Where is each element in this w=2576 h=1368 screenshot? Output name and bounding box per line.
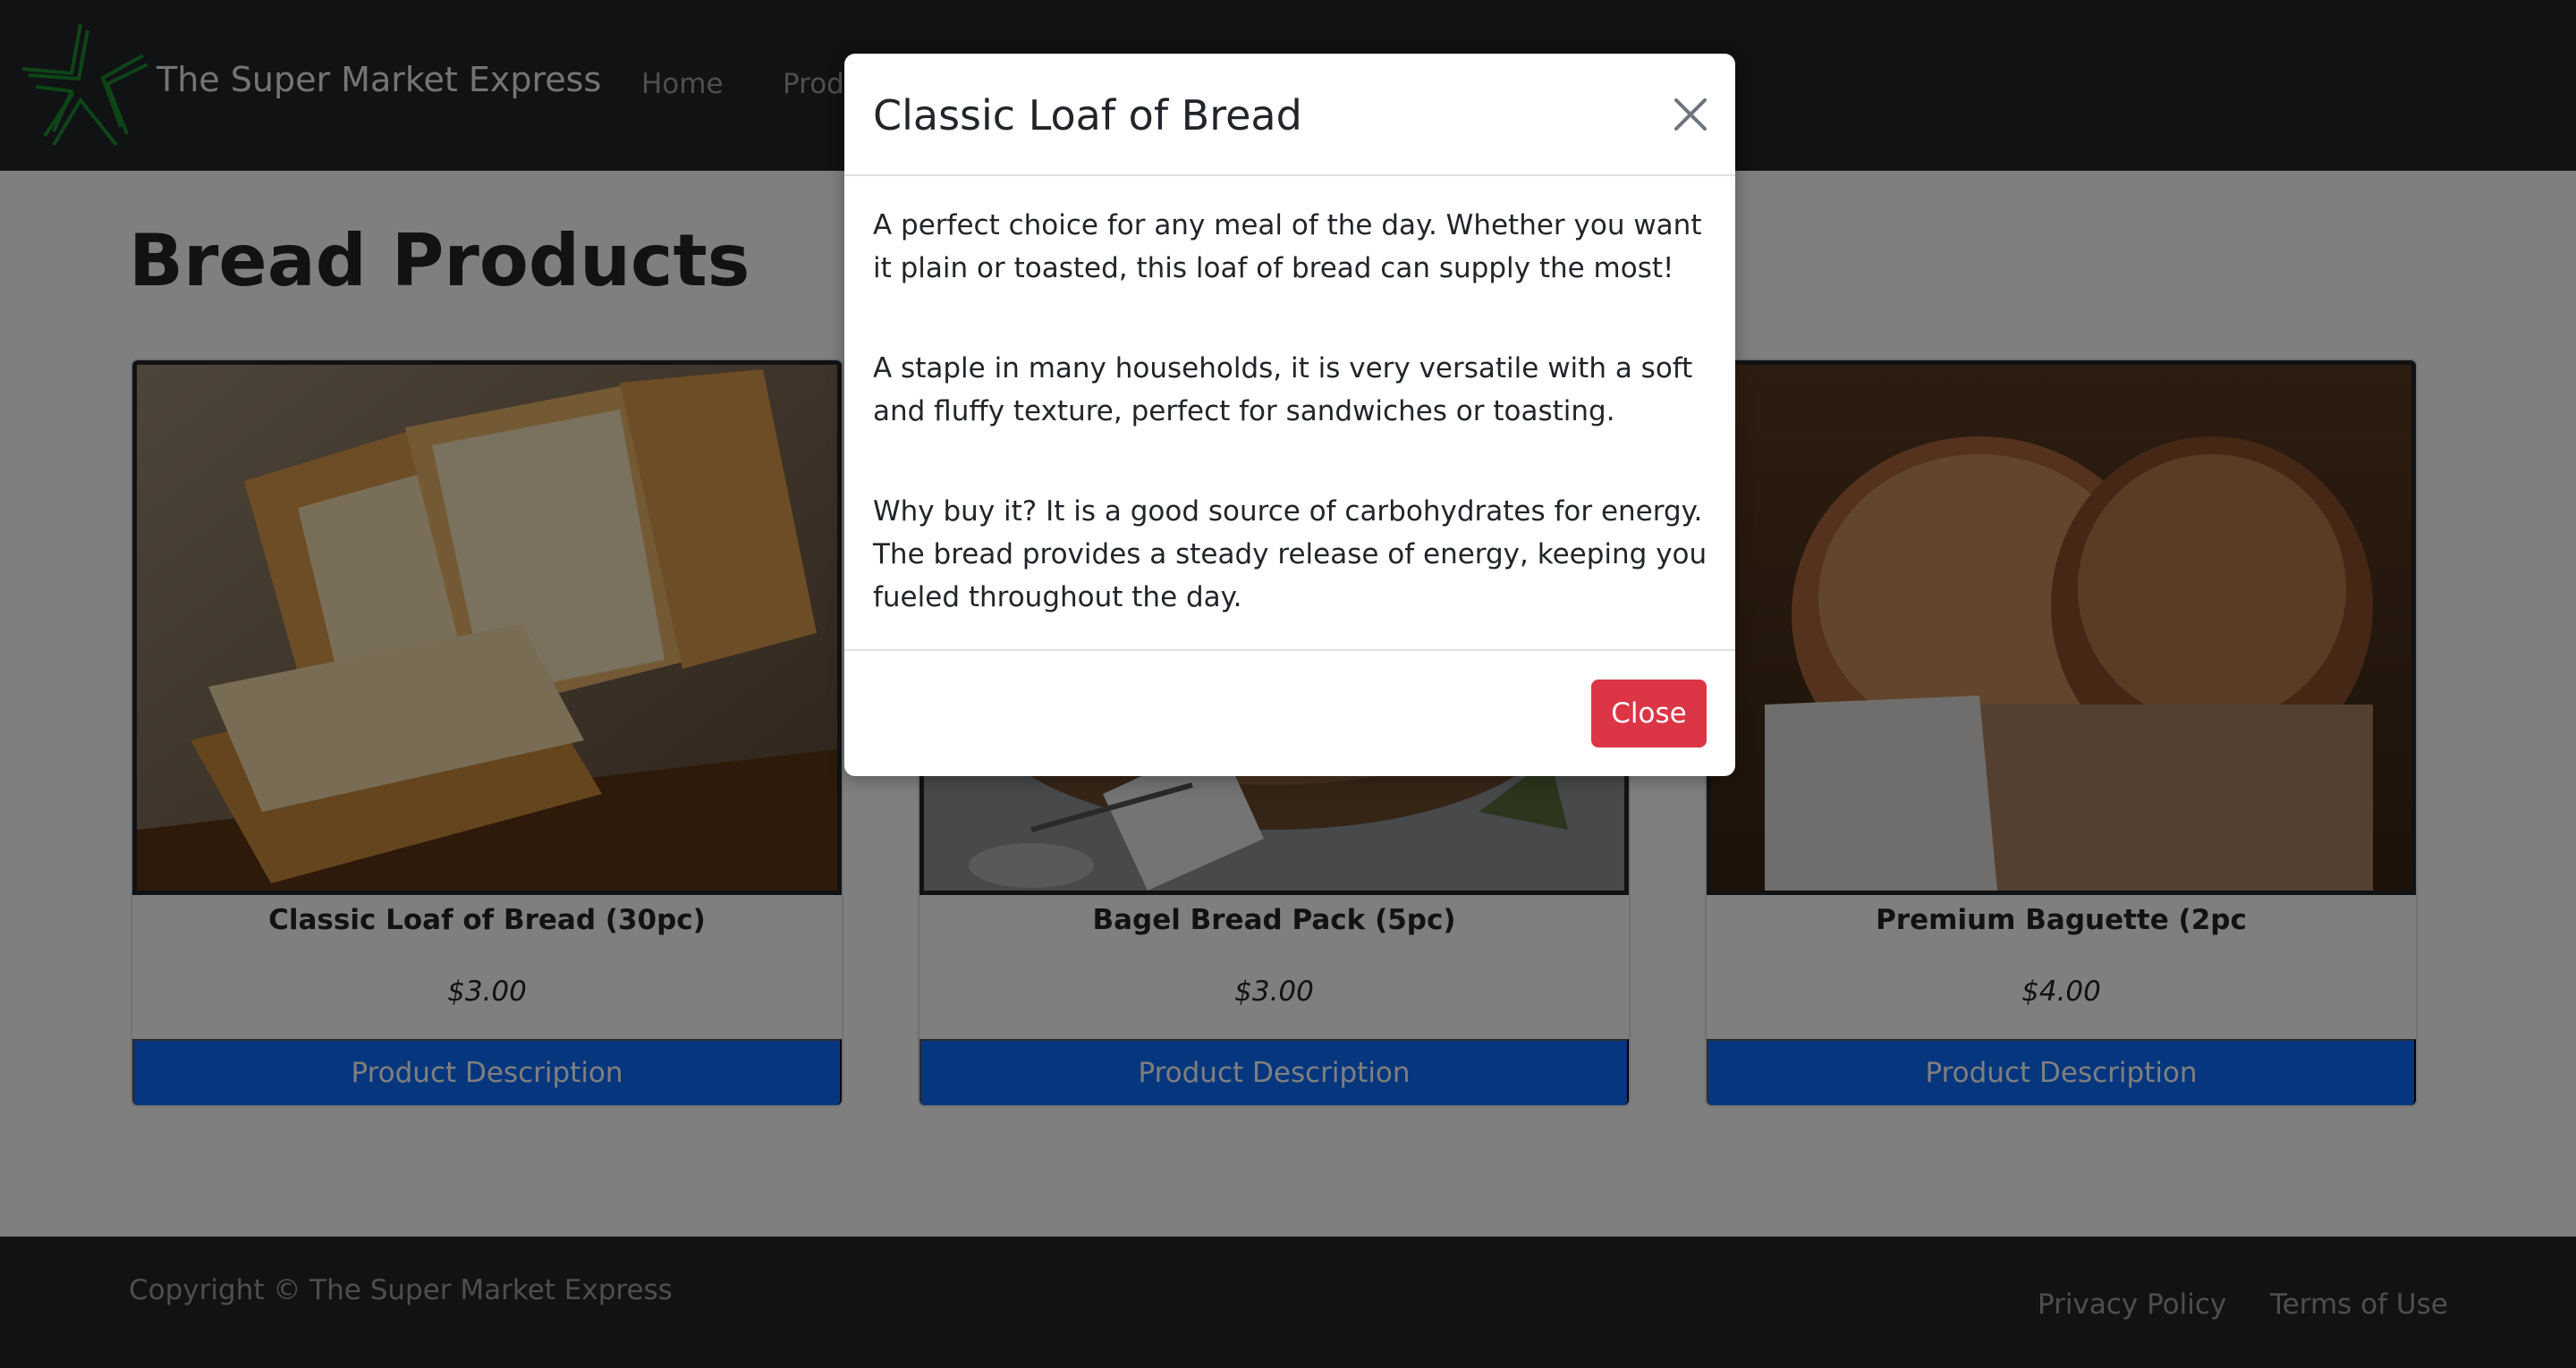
modal-footer: Close [844,649,1735,776]
modal-paragraph: A staple in many households, it is very … [873,352,1693,427]
modal-title: Classic Loaf of Bread [873,91,1302,139]
modal-paragraph: A perfect choice for any meal of the day… [873,209,1702,284]
close-icon[interactable] [1667,91,1714,138]
modal-paragraph: Why buy it? It is a good source of carbo… [873,495,1707,613]
product-modal: Classic Loaf of Bread A perfect choice f… [844,54,1735,776]
modal-header: Classic Loaf of Bread [844,54,1735,176]
close-button[interactable]: Close [1591,680,1707,747]
modal-body: A perfect choice for any meal of the day… [873,204,1714,676]
